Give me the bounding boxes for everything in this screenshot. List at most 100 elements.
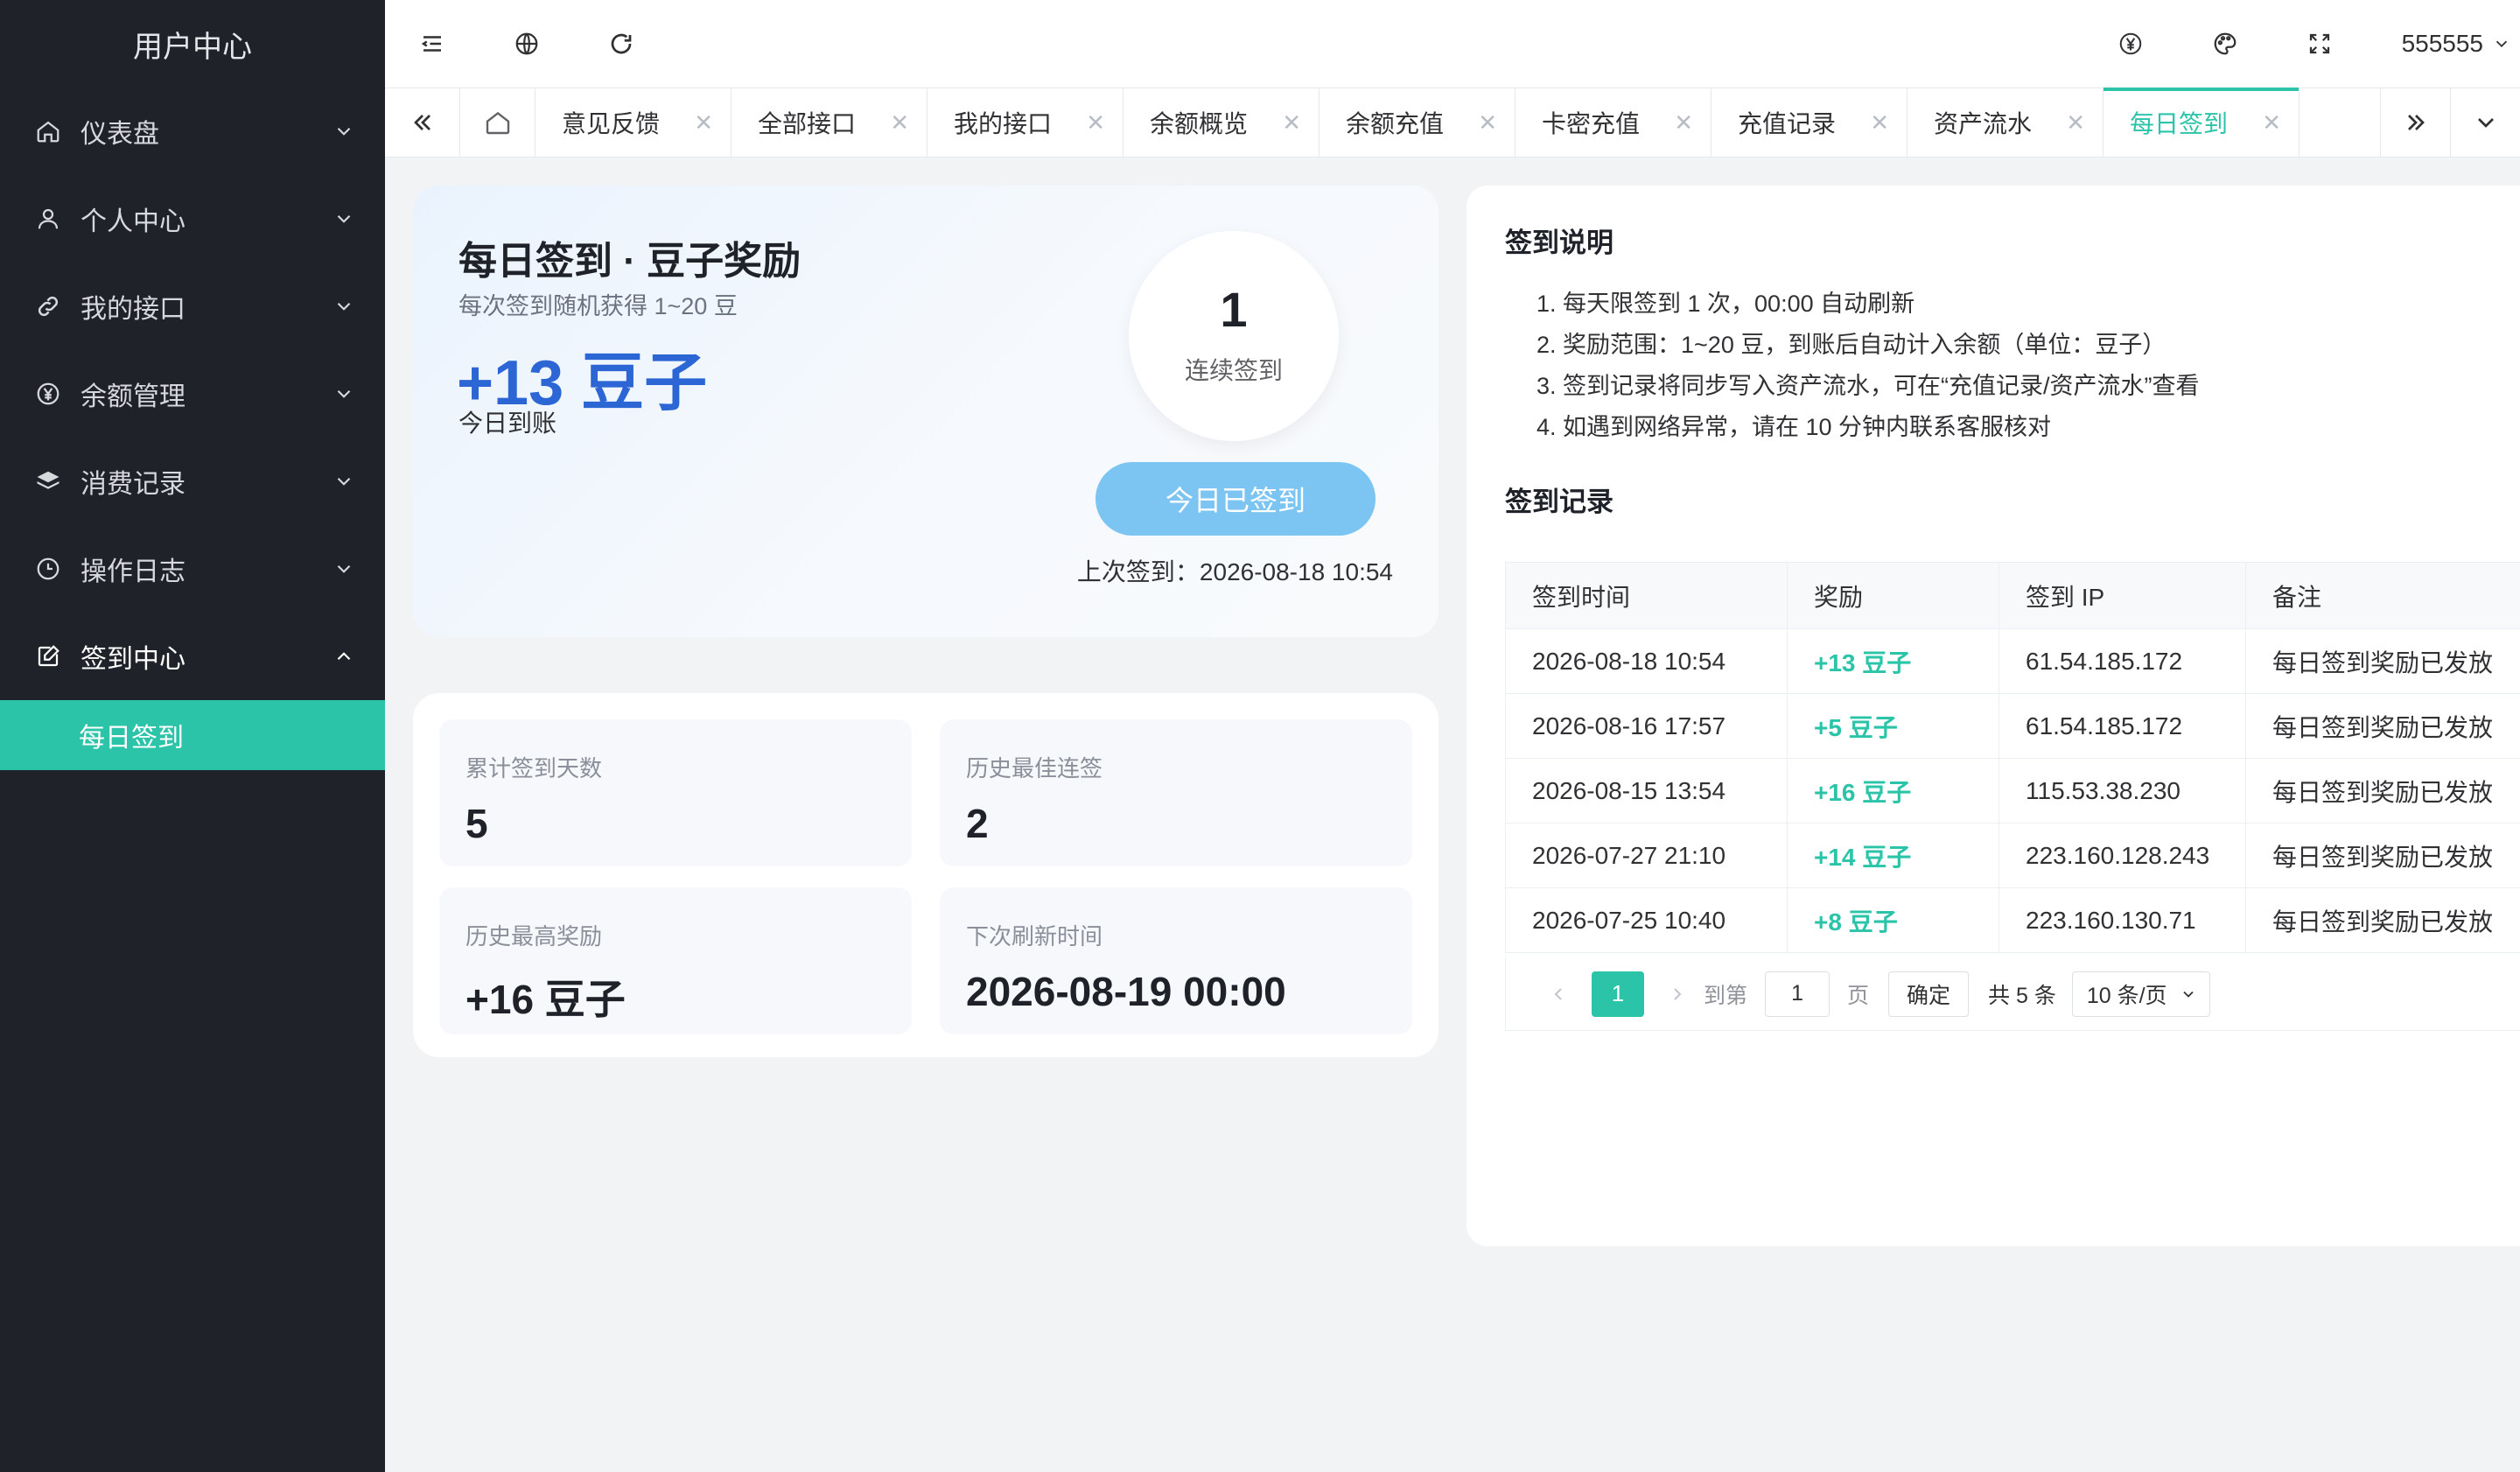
column-header[interactable]: 签到时间 bbox=[1505, 562, 1788, 629]
tab-home[interactable] bbox=[460, 88, 536, 157]
sidebar-item-my-api[interactable]: 我的接口 bbox=[0, 263, 385, 350]
cell-ip: 61.54.185.172 bbox=[1998, 628, 2246, 694]
streak-circle: 1 连续签到 bbox=[1129, 231, 1339, 441]
cell-note: 每日签到奖励已发放 bbox=[2245, 693, 2520, 759]
username: 555555 bbox=[2401, 30, 2483, 57]
tab-label: 充值记录 bbox=[1738, 110, 1837, 137]
sidebar-item-label: 操作日志 bbox=[80, 557, 186, 586]
double-chevron-left-icon bbox=[413, 115, 430, 130]
close-icon[interactable]: ✕ bbox=[694, 109, 713, 137]
currency-button[interactable] bbox=[2083, 0, 2178, 88]
tabs-spacer bbox=[2300, 88, 2380, 157]
tab-asset-flow[interactable]: 资产流水 ✕ bbox=[1908, 88, 2104, 157]
column-header[interactable]: 签到 IP bbox=[1998, 562, 2246, 629]
table-row: 2026-07-25 10:40 +8 豆子 223.160.130.71 每日… bbox=[1505, 887, 2520, 953]
sidebar-item-oplog[interactable]: 操作日志 bbox=[0, 525, 385, 613]
sidebar-item-profile[interactable]: 个人中心 bbox=[0, 175, 385, 263]
tab-label: 卡密充值 bbox=[1542, 110, 1641, 137]
cell-time: 2026-08-15 13:54 bbox=[1505, 758, 1788, 824]
sidebar-item-label: 消费记录 bbox=[80, 470, 186, 499]
pagination: 1 到第 1 页 确定 共 5 条 10 条/页 bbox=[1505, 957, 2520, 1031]
cell-ip: 61.54.185.172 bbox=[1998, 693, 2246, 759]
tab-recharge-records[interactable]: 充值记录 ✕ bbox=[1712, 88, 1908, 157]
sidebar-item-dashboard[interactable]: 仪表盘 bbox=[0, 88, 385, 175]
chevron-down-icon bbox=[337, 389, 351, 398]
page-number-current[interactable]: 1 bbox=[1592, 971, 1644, 1017]
collapse-menu-button[interactable] bbox=[385, 0, 480, 88]
chevron-down-icon bbox=[2182, 991, 2194, 998]
chevron-right-icon[interactable] bbox=[1667, 984, 1688, 1005]
tabs-scroll-left-button[interactable] bbox=[385, 88, 460, 157]
cell-reward: +13 豆子 bbox=[1787, 628, 1999, 694]
stat-next-refresh: 下次刷新时间 2026-08-19 00:00 bbox=[940, 887, 1412, 1034]
sidebar-item-label: 我的接口 bbox=[80, 295, 186, 324]
sidebar: 用户中心 仪表盘 个人中心 我的接口 余额管理 消费记录 操作日志 签到中心 每… bbox=[0, 0, 385, 1472]
stat-total-days: 累计签到天数 5 bbox=[439, 719, 912, 866]
chevron-left-icon[interactable] bbox=[1548, 984, 1569, 1005]
checkin-button[interactable]: 今日已签到 bbox=[1096, 462, 1376, 536]
streak-label: 连续签到 bbox=[1184, 357, 1283, 384]
tab-label: 每日签到 bbox=[2130, 110, 2229, 137]
chevron-down-icon bbox=[337, 564, 351, 573]
stat-value: 5 bbox=[466, 801, 488, 846]
cell-ip: 223.160.130.71 bbox=[1998, 887, 2246, 953]
tab-daily-checkin[interactable]: 每日签到 ✕ bbox=[2104, 88, 2300, 157]
sidebar-item-consumption[interactable]: 消费记录 bbox=[0, 438, 385, 525]
sidebar-item-label: 个人中心 bbox=[80, 207, 186, 236]
close-icon[interactable]: ✕ bbox=[2262, 109, 2281, 137]
close-icon[interactable]: ✕ bbox=[890, 109, 909, 137]
close-icon[interactable]: ✕ bbox=[1282, 109, 1301, 137]
tab-all-api[interactable]: 全部接口 ✕ bbox=[732, 88, 928, 157]
rule-item: 2. 奖励范围：1~20 豆，到账后自动计入余额（单位：豆子） bbox=[1536, 332, 2166, 358]
stat-best-streak: 历史最佳连签 2 bbox=[940, 719, 1412, 866]
page-size-select[interactable]: 10 条/页 bbox=[2071, 971, 2210, 1017]
refresh-button[interactable] bbox=[574, 0, 668, 88]
records-title: 签到记录 bbox=[1505, 487, 1614, 517]
page-unit-label: 页 bbox=[1847, 983, 1870, 1008]
close-icon[interactable]: ✕ bbox=[1478, 109, 1497, 137]
column-header[interactable]: 备注 bbox=[2245, 562, 2520, 629]
chevron-down-icon bbox=[2477, 118, 2494, 128]
sidebar-item-checkin-center[interactable]: 签到中心 bbox=[0, 613, 385, 700]
menu-fold-icon bbox=[421, 36, 441, 52]
chevron-down-icon bbox=[337, 302, 351, 311]
sidebar-subitem-daily-checkin[interactable]: 每日签到 bbox=[0, 700, 385, 770]
goto-confirm-button[interactable]: 确定 bbox=[1888, 971, 1970, 1017]
user-menu[interactable]: 555555 bbox=[2367, 30, 2520, 58]
close-icon[interactable]: ✕ bbox=[2066, 109, 2085, 137]
theme-button[interactable] bbox=[2178, 0, 2272, 88]
double-chevron-right-icon bbox=[2407, 115, 2425, 130]
tabs-scroll-right-button[interactable] bbox=[2380, 88, 2450, 157]
cell-ip: 115.53.38.230 bbox=[1998, 758, 2246, 824]
streak-value: 1 bbox=[1220, 282, 1248, 337]
total-count: 共 5 条 bbox=[1988, 983, 2056, 1008]
goto-label: 到第 bbox=[1704, 983, 1748, 1008]
tab-feedback[interactable]: 意见反馈 ✕ bbox=[536, 88, 732, 157]
tab-label: 全部接口 bbox=[758, 110, 857, 137]
tab-label: 余额充值 bbox=[1346, 110, 1445, 137]
close-icon[interactable]: ✕ bbox=[1086, 109, 1105, 137]
cell-time: 2026-07-25 10:40 bbox=[1505, 887, 1788, 953]
tab-card-recharge[interactable]: 卡密充值 ✕ bbox=[1516, 88, 1712, 157]
cell-reward: +5 豆子 bbox=[1787, 693, 1999, 759]
goto-page-input[interactable]: 1 bbox=[1765, 971, 1830, 1017]
close-icon[interactable]: ✕ bbox=[1870, 109, 1889, 137]
yen-icon bbox=[2119, 32, 2141, 55]
tab-my-api[interactable]: 我的接口 ✕ bbox=[928, 88, 1124, 157]
tab-balance-recharge[interactable]: 余额充值 ✕ bbox=[1320, 88, 1516, 157]
fullscreen-button[interactable] bbox=[2272, 0, 2367, 88]
cell-ip: 223.160.128.243 bbox=[1998, 823, 2246, 888]
language-button[interactable] bbox=[480, 0, 574, 88]
home-icon bbox=[33, 116, 63, 146]
column-header[interactable]: 奖励 bbox=[1787, 562, 1999, 629]
edit-icon bbox=[33, 641, 63, 671]
stat-value: 2 bbox=[966, 801, 989, 846]
stat-label: 累计签到天数 bbox=[466, 755, 603, 782]
cell-time: 2026-08-16 17:57 bbox=[1505, 693, 1788, 759]
sidebar-item-balance[interactable]: 余额管理 bbox=[0, 350, 385, 438]
tab-balance-overview[interactable]: 余额概览 ✕ bbox=[1124, 88, 1320, 157]
table-row: 2026-08-18 10:54 +13 豆子 61.54.185.172 每日… bbox=[1505, 628, 2520, 694]
close-icon[interactable]: ✕ bbox=[1674, 109, 1693, 137]
cell-note: 每日签到奖励已发放 bbox=[2245, 628, 2520, 694]
tabs-dropdown-button[interactable] bbox=[2450, 88, 2520, 157]
